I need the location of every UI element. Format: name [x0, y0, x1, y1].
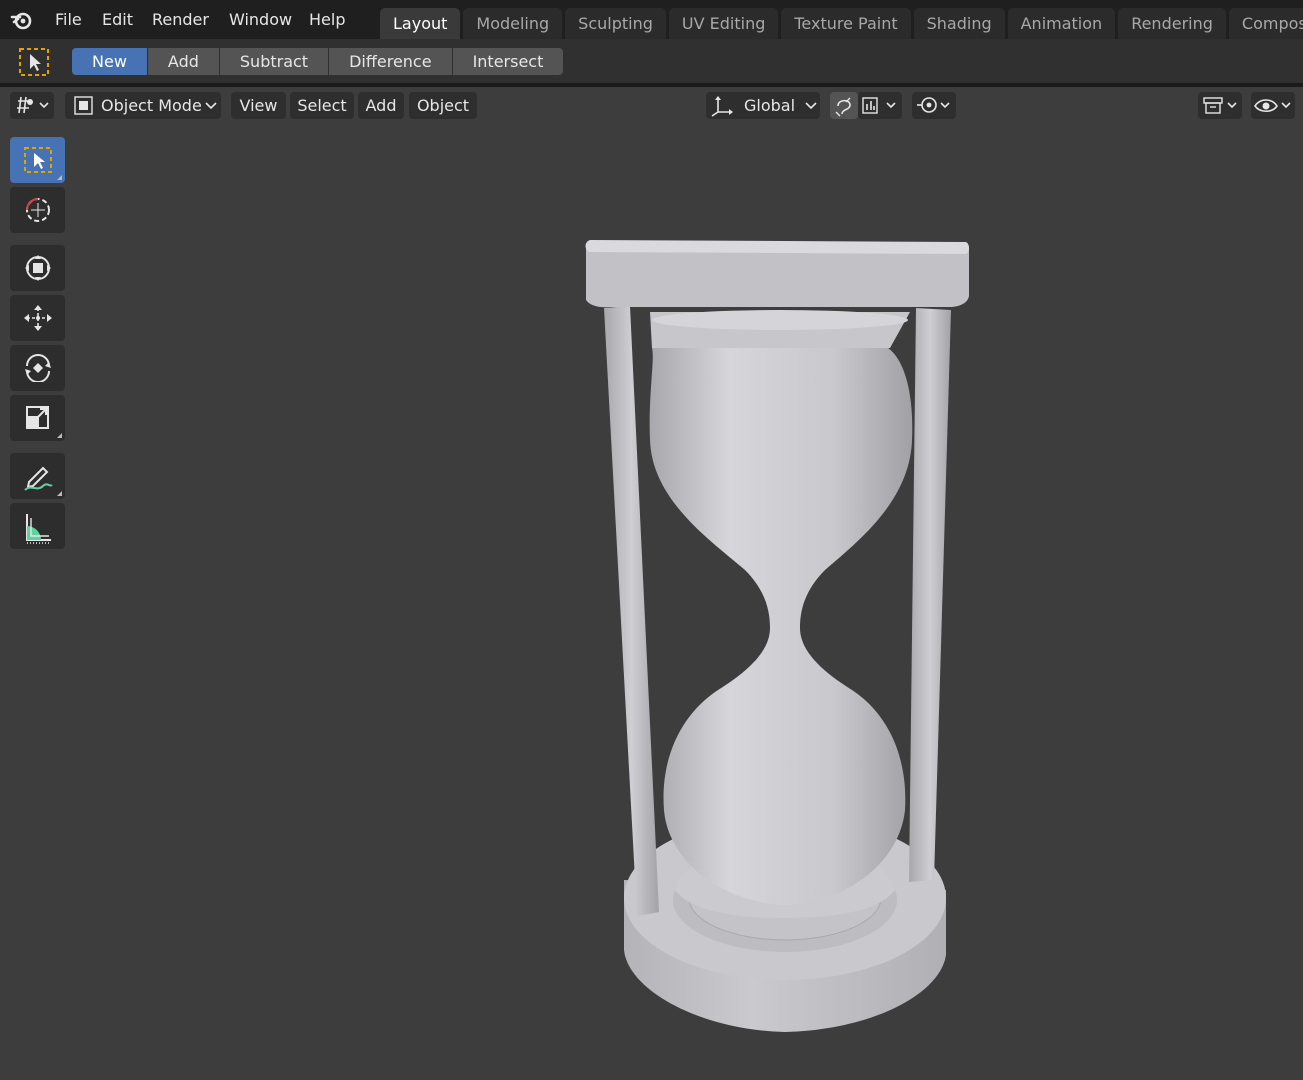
- annotate-icon: [24, 466, 53, 491]
- blender-logo-icon[interactable]: [10, 8, 34, 32]
- proportional-editing-icon: [917, 97, 950, 113]
- header-separator: [0, 83, 1303, 87]
- snapping-dropdown[interactable]: [858, 92, 902, 119]
- rotate-icon: [25, 354, 51, 382]
- editor-type-button[interactable]: [10, 92, 54, 119]
- hourglass-3d-model[interactable]: [0, 0, 1303, 1080]
- tool-options-corner: [57, 433, 62, 438]
- tab-uv-editing[interactable]: UV Editing: [668, 8, 779, 39]
- tool-transform[interactable]: [10, 245, 65, 291]
- mode-subtract-button[interactable]: Subtract: [219, 48, 329, 75]
- select-box-tool-icon[interactable]: [17, 46, 51, 78]
- tool-move[interactable]: [10, 295, 65, 341]
- tab-modeling[interactable]: Modeling: [463, 8, 563, 39]
- measure-icon: [26, 514, 51, 544]
- tab-rendering[interactable]: Rendering: [1118, 8, 1226, 39]
- snap-icon: [862, 97, 896, 114]
- object-visibility-icon: [1203, 97, 1237, 114]
- workspace-tabs: Layout Modeling Sculpting UV Editing Tex…: [380, 8, 1303, 39]
- tool-scale[interactable]: [10, 395, 65, 441]
- transform-orientation-label: Global: [744, 96, 796, 115]
- object-mode-label: Object Mode: [101, 96, 202, 115]
- scale-icon: [26, 406, 49, 429]
- tab-compositing[interactable]: Compositing: [1228, 8, 1303, 39]
- object-type-visibility-dropdown[interactable]: [1198, 92, 1242, 119]
- add-menu[interactable]: Add: [358, 92, 404, 119]
- mode-new-button[interactable]: New: [72, 48, 147, 75]
- menu-window[interactable]: Window: [229, 0, 292, 39]
- object-mode-icon: [74, 96, 93, 115]
- pivot-point-icon: [835, 97, 851, 117]
- tool-options-corner: [57, 491, 62, 496]
- tab-animation[interactable]: Animation: [1007, 8, 1116, 39]
- transform-icon: [25, 255, 51, 281]
- tool-select-box[interactable]: [10, 137, 65, 183]
- object-mode-dropdown[interactable]: Object Mode: [65, 92, 221, 119]
- chevron-down-icon: [805, 102, 817, 110]
- menu-edit[interactable]: Edit: [102, 0, 133, 39]
- select-box-icon: [24, 147, 52, 173]
- editor-type-icon: [17, 96, 49, 114]
- object-menu[interactable]: Object: [409, 92, 477, 119]
- transform-orientation-icon: [711, 96, 733, 117]
- view-menu[interactable]: View: [231, 92, 286, 119]
- tool-cursor[interactable]: [10, 187, 65, 233]
- proportional-editing-dropdown[interactable]: [912, 92, 956, 119]
- move-icon: [24, 305, 52, 331]
- select-menu[interactable]: Select: [290, 92, 354, 119]
- menu-render[interactable]: Render: [152, 0, 209, 39]
- mode-difference-button[interactable]: Difference: [329, 48, 452, 75]
- menu-file[interactable]: File: [55, 0, 82, 39]
- tool-measure[interactable]: [10, 503, 65, 549]
- chevron-down-icon: [205, 102, 217, 110]
- menu-help[interactable]: Help: [309, 0, 345, 39]
- tab-shading[interactable]: Shading: [913, 8, 1005, 39]
- tool-rotate[interactable]: [10, 345, 65, 391]
- pivot-point-button[interactable]: [830, 92, 858, 119]
- tab-layout[interactable]: Layout: [380, 8, 461, 39]
- selection-mode-buttons: New Add Subtract Difference Intersect: [72, 48, 564, 75]
- tab-texture-paint[interactable]: Texture Paint: [781, 8, 911, 39]
- eye-icon: [1254, 99, 1291, 113]
- cursor-icon: [26, 198, 50, 222]
- tool-annotate[interactable]: [10, 453, 65, 499]
- transform-orientation-dropdown[interactable]: Global: [706, 92, 820, 119]
- mode-add-button[interactable]: Add: [147, 48, 219, 75]
- mode-intersect-button[interactable]: Intersect: [452, 48, 564, 75]
- tool-options-corner: [57, 175, 62, 180]
- viewport-gizmos-dropdown[interactable]: [1251, 92, 1295, 119]
- tab-sculpting[interactable]: Sculpting: [565, 8, 666, 39]
